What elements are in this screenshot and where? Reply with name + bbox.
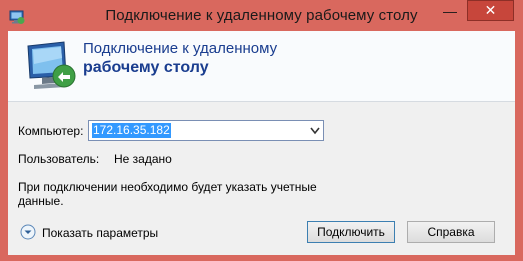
- header-title-line2: рабочему столу: [83, 59, 209, 76]
- help-button[interactable]: Справка: [407, 221, 495, 243]
- expand-down-icon[interactable]: [20, 224, 36, 240]
- user-value: Не задано: [114, 152, 172, 166]
- show-options-label[interactable]: Показать параметры: [42, 226, 158, 240]
- dialog-header: Подключение к удаленному рабочему столу: [8, 31, 515, 102]
- monitor-connection-icon: [27, 41, 76, 89]
- close-button[interactable]: ✕: [467, 0, 514, 21]
- computer-combobox[interactable]: 172.16.35.182: [88, 120, 324, 141]
- chevron-down-icon[interactable]: [309, 124, 321, 137]
- header-title-line1: Подключение к удаленному: [83, 40, 278, 57]
- connect-button[interactable]: Подключить: [307, 221, 395, 243]
- user-label: Пользователь:: [18, 152, 100, 166]
- credentials-info: При подключении необходимо будет указать…: [18, 180, 317, 208]
- dialog-body: Компьютер: 172.16.35.182 Пользователь: Н…: [8, 102, 515, 255]
- computer-label: Компьютер:: [18, 124, 84, 138]
- show-options-button[interactable]: Показать параметры: [20, 224, 170, 242]
- rdp-window: Подключение к удаленному рабочему столу …: [0, 0, 523, 261]
- title-bar[interactable]: Подключение к удаленному рабочему столу …: [0, 0, 523, 33]
- minimize-button[interactable]: —: [436, 1, 464, 21]
- computer-value[interactable]: 172.16.35.182: [92, 123, 171, 138]
